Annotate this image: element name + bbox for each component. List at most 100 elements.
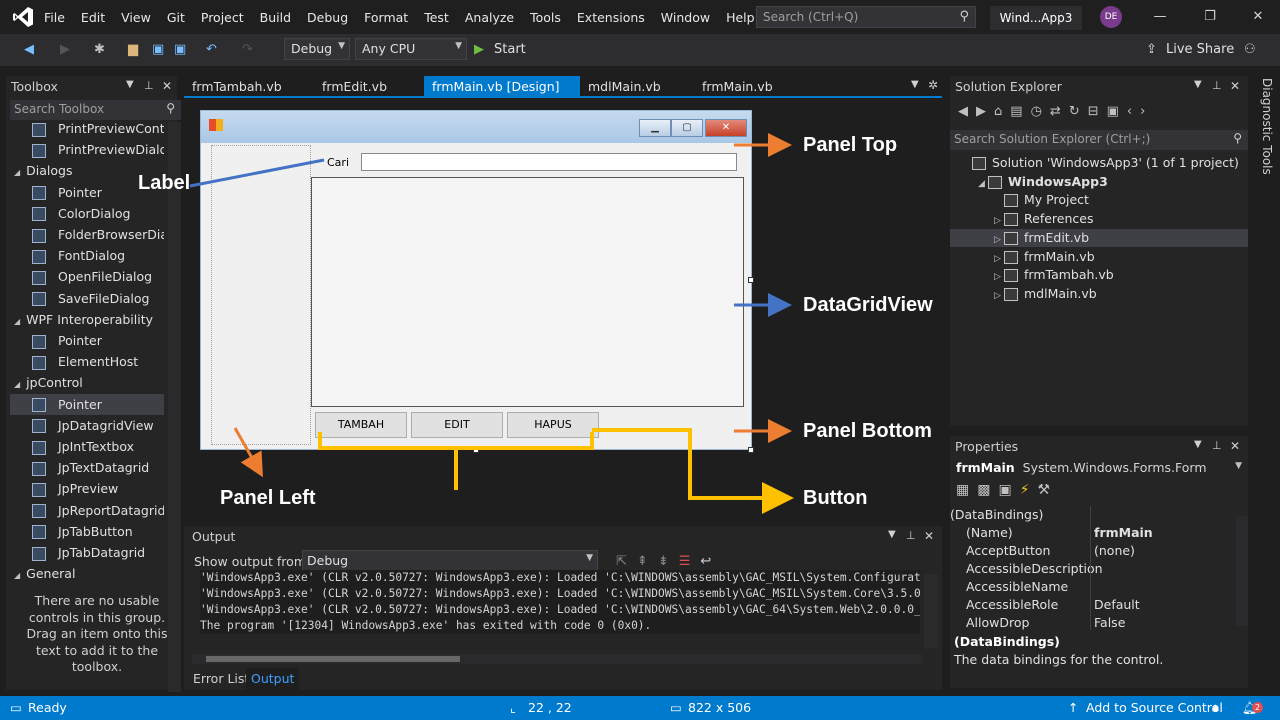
toolbox-scrollbar[interactable]: [168, 122, 181, 692]
hapus-button[interactable]: HAPUS: [507, 412, 599, 438]
goto-line-icon[interactable]: ⇱: [616, 554, 637, 569]
search-textbox[interactable]: [361, 153, 737, 171]
dropdown-icon[interactable]: ▼: [1194, 439, 1202, 450]
solution-tree-item[interactable]: ▷ mdlMain.vb: [950, 285, 1248, 304]
code-view-icon[interactable]: ‹›: [1127, 104, 1153, 119]
tab-dropdown-icon[interactable]: ▼: [911, 79, 919, 90]
property-row[interactable]: AccessibleRole Default: [950, 596, 1236, 614]
label-cari[interactable]: Cari: [327, 156, 349, 169]
toolbox-category[interactable]: ◢ jpControl: [10, 372, 164, 393]
property-value[interactable]: Default: [1094, 596, 1140, 614]
menu-view[interactable]: View: [113, 10, 159, 25]
toolbox-category[interactable]: ◢ WPF Interoperability: [10, 309, 164, 330]
alphabetical-icon[interactable]: ▩: [977, 482, 998, 498]
open-folder-icon[interactable]: ▆: [128, 40, 138, 60]
property-row[interactable]: AllowDrop False: [950, 614, 1236, 632]
dropdown-icon[interactable]: ▼: [1194, 79, 1202, 90]
tab-frmmain[interactable]: frmMain.vb: [694, 76, 804, 97]
property-row[interactable]: AcceptButton (none): [950, 542, 1236, 560]
toolbox-item[interactable]: JpTextDatagrid: [10, 457, 164, 478]
toolbox-item[interactable]: JpDatagridView: [10, 415, 164, 436]
property-row[interactable]: (DataBindings): [950, 506, 1236, 524]
resize-handle[interactable]: [748, 277, 754, 283]
sync-icon[interactable]: ⇄: [1050, 104, 1069, 119]
redo-icon[interactable]: ↷: [242, 40, 253, 60]
forward-icon[interactable]: ▶: [976, 104, 994, 119]
pin-icon[interactable]: ⊥: [1212, 439, 1222, 452]
tambah-button[interactable]: TAMBAH: [315, 412, 407, 438]
tab-frmmain-design[interactable]: frmMain.vb [Design] ⊣ ✕: [424, 76, 580, 115]
refresh-icon[interactable]: ↻: [1069, 104, 1088, 119]
toolbox-item[interactable]: JpReportDatagrid: [10, 500, 164, 521]
tab-frmtambah[interactable]: frmTambah.vb: [184, 76, 314, 97]
toolbox-item[interactable]: JpTabDatagrid: [10, 542, 164, 563]
tab-mdlmain[interactable]: mdlMain.vb: [580, 76, 696, 97]
properties-icon[interactable]: ▣: [998, 482, 1019, 498]
property-row[interactable]: AccessibleName: [950, 578, 1236, 596]
menu-tools[interactable]: Tools: [522, 10, 569, 25]
menu-debug[interactable]: Debug: [299, 10, 356, 25]
back-icon[interactable]: ◀: [958, 104, 976, 119]
close-icon[interactable]: ✕: [1230, 439, 1240, 453]
feedback-icon[interactable]: ⚇: [1244, 40, 1256, 60]
show-all-files-icon[interactable]: ▣: [1107, 104, 1127, 119]
output-vscrollbar[interactable]: [924, 574, 938, 648]
property-scrollbar[interactable]: [1236, 516, 1248, 626]
pin-icon[interactable]: ⊥: [144, 79, 154, 92]
menu-extensions[interactable]: Extensions: [569, 10, 653, 25]
solution-tree-item[interactable]: ▷ frmMain.vb: [950, 248, 1248, 267]
categorized-icon[interactable]: ▦: [956, 482, 977, 498]
events-icon[interactable]: ⚡: [1020, 482, 1038, 498]
avatar[interactable]: DE: [1100, 6, 1122, 28]
property-value[interactable]: frmMain: [1094, 524, 1153, 542]
platform-select[interactable]: Any CPU ▼: [355, 38, 467, 60]
expander-icon[interactable]: ◢: [14, 317, 20, 326]
toolbox-item[interactable]: PrintPreviewDialog: [10, 139, 164, 160]
solution-tree-item[interactable]: ▷ frmEdit.vb: [950, 228, 1248, 248]
toolbox-item[interactable]: JpIntTextbox: [10, 436, 164, 457]
pin-icon[interactable]: ⊥: [1212, 79, 1222, 92]
expander-icon[interactable]: ▷: [994, 287, 1004, 306]
menu-build[interactable]: Build: [252, 10, 299, 25]
home-icon[interactable]: ⌂: [994, 104, 1010, 119]
menu-format[interactable]: Format: [356, 10, 416, 25]
solution-tree-item[interactable]: My Project: [950, 191, 1248, 210]
back-icon[interactable]: ◀: [24, 40, 34, 60]
forward-icon[interactable]: ▶: [60, 40, 70, 60]
expander-icon[interactable]: ◢: [14, 571, 20, 580]
solution-search-input[interactable]: Search Solution Explorer (Ctrl+;) ⚲: [950, 130, 1248, 150]
next-message-icon[interactable]: ⇟: [658, 554, 679, 569]
wrench-icon[interactable]: ⚒: [1038, 482, 1059, 498]
datagridview[interactable]: [311, 177, 744, 407]
live-share-icon[interactable]: ⇪: [1146, 40, 1157, 60]
toolbox-item[interactable]: FolderBrowserDia...: [10, 224, 164, 245]
toolbox-category[interactable]: ◢ General: [10, 563, 164, 584]
tab-frmedit[interactable]: frmEdit.vb: [314, 76, 424, 97]
output-source-select[interactable]: Debug ▼: [302, 550, 598, 572]
search-input[interactable]: Search (Ctrl+Q) ⚲: [756, 6, 976, 28]
word-wrap-icon[interactable]: ↩: [700, 554, 721, 569]
minimize-icon[interactable]: —: [1148, 6, 1172, 28]
config-select[interactable]: Debug ▼: [284, 38, 350, 60]
object-selector[interactable]: frmMain System.Windows.Forms.Form ▼: [956, 460, 1242, 475]
save-icon[interactable]: ▣: [152, 40, 164, 60]
toolbox-item[interactable]: ElementHost: [10, 351, 164, 372]
toolbox-item[interactable]: Pointer: [10, 393, 164, 415]
switch-views-icon[interactable]: ▤: [1010, 104, 1030, 119]
start-icon[interactable]: ▶: [474, 40, 484, 60]
dropdown-icon[interactable]: ▼: [888, 529, 896, 540]
resize-handle[interactable]: [748, 447, 754, 453]
edit-button[interactable]: EDIT: [411, 412, 503, 438]
output-text[interactable]: 'WindowsApp3.exe' (CLR v2.0.50727: Windo…: [200, 570, 920, 634]
toolbox-item[interactable]: FontDialog: [10, 245, 164, 266]
collapse-all-icon[interactable]: ⊟: [1088, 104, 1107, 119]
panel-left[interactable]: [211, 145, 311, 445]
solution-tree-item[interactable]: ◢ WindowsApp3: [950, 173, 1248, 192]
close-icon[interactable]: ✕: [1230, 79, 1240, 93]
solution-tree-item[interactable]: Solution 'WindowsApp3' (1 of 1 project): [950, 154, 1248, 173]
menu-project[interactable]: Project: [193, 10, 252, 25]
output-hscroll-thumb[interactable]: [206, 656, 460, 662]
history-icon[interactable]: ◷: [1031, 104, 1050, 119]
property-value[interactable]: False: [1094, 614, 1125, 632]
add-to-source-control[interactable]: Add to Source Control: [1086, 696, 1223, 720]
